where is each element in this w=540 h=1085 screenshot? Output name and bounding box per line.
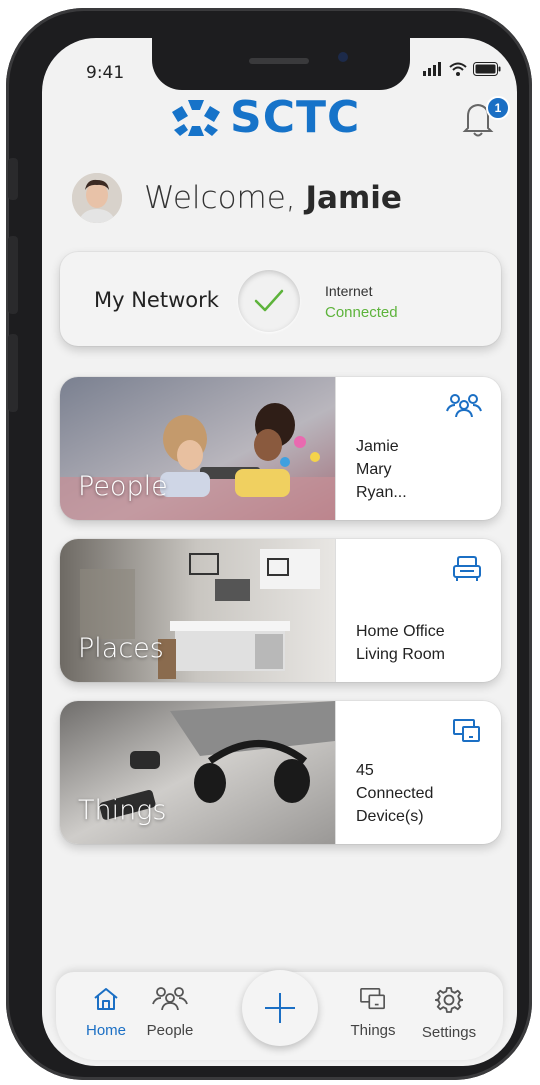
devices-icon [453, 719, 480, 742]
things-info: 45 Connected Device(s) [335, 701, 501, 844]
people-photo: People [60, 377, 335, 520]
list-item: Connected [356, 785, 434, 802]
list-item: Living Room [356, 646, 445, 663]
welcome-name: Jamie [305, 180, 402, 216]
places-list: Home Office Living Room [356, 620, 445, 666]
my-network-title: My Network [94, 288, 219, 312]
add-button[interactable] [242, 970, 318, 1046]
my-network-card[interactable]: My Network Internet Connected [60, 252, 501, 346]
status-icons [423, 62, 501, 76]
people-icon [446, 394, 482, 417]
places-card[interactable]: Places Home Office Living Room [60, 539, 501, 682]
notification-badge: 1 [486, 96, 510, 120]
things-photo: Things [60, 701, 335, 844]
internet-label: Internet [325, 283, 373, 299]
tab-home[interactable]: Home [71, 986, 141, 1039]
mute-switch [8, 158, 18, 200]
people-card[interactable]: People Jamie Mary Ryan... [60, 377, 501, 520]
tab-settings-label: Settings [421, 1024, 477, 1041]
list-item: Home Office [356, 623, 445, 640]
logo-mark-icon [172, 99, 220, 136]
network-status-indicator [238, 270, 300, 332]
tab-people-label: People [146, 1022, 194, 1039]
things-card[interactable]: Things 45 Connected Device(s) [60, 701, 501, 844]
welcome-row: Welcome, Jamie [72, 173, 402, 223]
battery-icon [473, 62, 501, 76]
places-photo: Places [60, 539, 335, 682]
device-count: 45 [356, 762, 374, 779]
logo-text: SCTC [230, 92, 361, 143]
screen: 9:41 SCTC 1 Welcome, Jamie My Network In… [42, 38, 517, 1066]
places-info: Home Office Living Room [335, 539, 501, 682]
notch [152, 38, 410, 90]
list-item: Mary [356, 461, 392, 478]
plus-icon [265, 993, 295, 1023]
tab-settings[interactable]: Settings [414, 986, 484, 1041]
checkmark-icon [254, 289, 284, 312]
people-icon [152, 987, 188, 1011]
places-card-title: Places [78, 633, 164, 664]
devices-icon [360, 987, 385, 1010]
tab-things[interactable]: Things [338, 986, 408, 1039]
internet-status: Connected [325, 304, 398, 321]
welcome-text: Welcome, Jamie [144, 180, 402, 216]
tab-things-label: Things [350, 1022, 396, 1039]
things-card-title: Things [78, 795, 167, 826]
home-icon [94, 988, 118, 1010]
people-list: Jamie Mary Ryan... [356, 435, 407, 504]
sctc-logo: SCTC [170, 92, 360, 143]
avatar-photo [72, 173, 122, 223]
wifi-icon [449, 62, 467, 76]
tab-people[interactable]: People [135, 986, 205, 1039]
signal-icon [423, 62, 441, 76]
people-card-title: People [78, 471, 168, 502]
welcome-greeting: Welcome, [144, 180, 296, 216]
gear-icon [432, 987, 464, 1013]
tab-bar: Home People Things Settings [56, 970, 503, 1060]
status-time: 9:41 [86, 63, 125, 83]
things-summary: 45 Connected Device(s) [356, 759, 433, 828]
volume-down-button [8, 334, 18, 412]
list-item: Device(s) [356, 808, 424, 825]
armchair-icon [453, 556, 481, 581]
tab-home-label: Home [85, 1022, 126, 1039]
people-info: Jamie Mary Ryan... [335, 377, 501, 520]
avatar[interactable] [72, 173, 122, 223]
list-item: Jamie [356, 438, 399, 455]
list-item: Ryan... [356, 484, 407, 501]
volume-up-button [8, 236, 18, 314]
phone-frame: 9:41 SCTC 1 Welcome, Jamie My Network In… [6, 8, 532, 1080]
